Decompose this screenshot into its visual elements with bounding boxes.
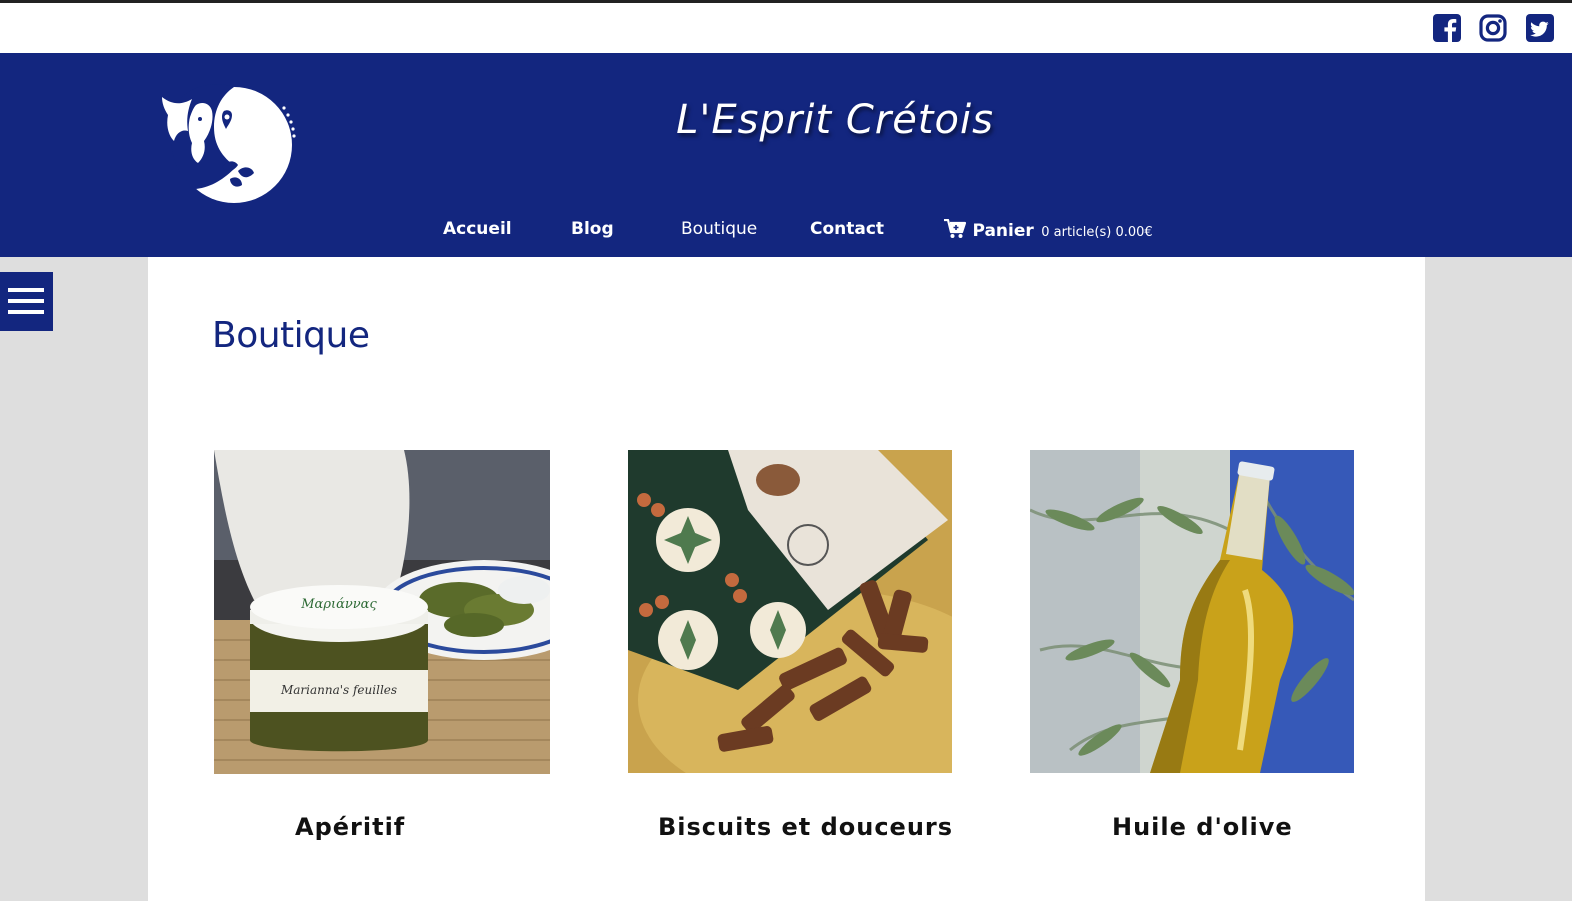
site-title[interactable]: L'Esprit Crétois [600,97,1070,143]
hamburger-line [8,310,44,314]
product-image-aperitif[interactable]: Μαριάννας Marianna's feuilles [214,450,550,774]
nav-item-boutique[interactable]: Boutique [681,219,757,239]
instagram-icon[interactable] [1479,14,1507,42]
product-name-biscuits[interactable]: Biscuits et douceurs [658,813,953,841]
site-header: L'Esprit Crétois Accueil Blog Boutique C… [0,53,1572,257]
main-nav: Accueil Blog Boutique Contact Panier 0 a… [0,219,1572,247]
nav-item-contact[interactable]: Contact [810,219,884,239]
hamburger-menu-button[interactable] [0,272,53,331]
hamburger-line [8,288,44,292]
page-title: Boutique [212,315,370,356]
facebook-icon[interactable] [1433,14,1461,42]
product-image-huile-olive[interactable] [1030,450,1354,773]
shopping-cart-icon [944,219,966,238]
nav-item-accueil[interactable]: Accueil [443,219,512,239]
product-image-biscuits[interactable] [628,450,952,773]
twitter-icon[interactable] [1526,14,1554,42]
product-name-aperitif[interactable]: Apéritif [295,813,405,841]
nav-item-blog[interactable]: Blog [571,219,614,239]
site-logo[interactable] [152,75,302,207]
social-bar [0,3,1572,53]
cart-label: Panier [972,221,1034,241]
svg-text:Μαριάννας: Μαριάννας [300,597,377,612]
hamburger-line [8,299,44,303]
svg-text:Marianna's feuilles: Marianna's feuilles [280,683,397,697]
cart-link[interactable]: Panier 0 article(s) 0.00€ [944,219,1153,241]
product-name-huile-olive[interactable]: Huile d'olive [1112,813,1293,841]
cart-summary: 0 article(s) 0.00€ [1041,225,1153,240]
main-content: Boutique Μαριάννας Marianna's feuilles A… [148,257,1425,901]
